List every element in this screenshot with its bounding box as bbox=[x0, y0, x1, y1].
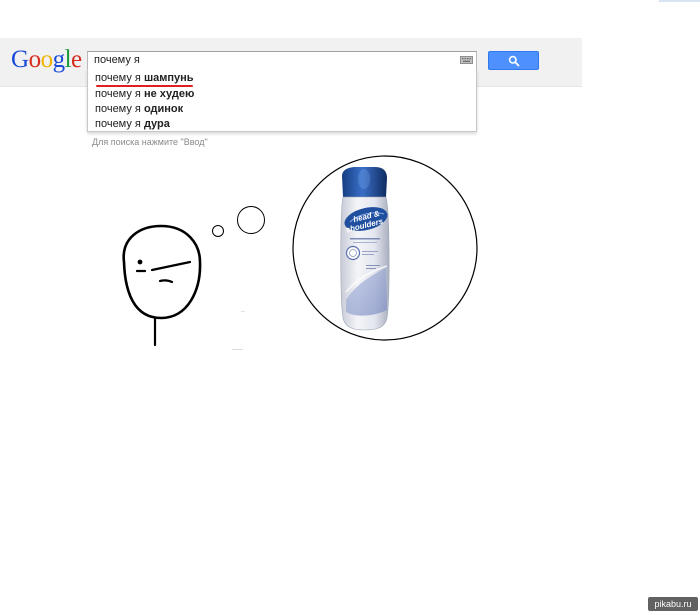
thought-bubble-medium bbox=[237, 206, 265, 234]
face-outline bbox=[122, 224, 202, 320]
artifact-dot bbox=[241, 311, 245, 312]
meme-drawing: head & shoulders bbox=[122, 155, 478, 350]
poker-face bbox=[122, 224, 202, 347]
thought-bubble-small bbox=[212, 225, 224, 237]
bottle-emblem bbox=[345, 245, 361, 261]
face-mouth bbox=[158, 279, 174, 284]
shampoo-bottle: head & shoulders bbox=[340, 167, 390, 331]
pikabu-watermark: pikabu.ru bbox=[648, 597, 698, 611]
artifact-dash bbox=[232, 349, 243, 350]
face-right-eye bbox=[150, 260, 192, 272]
face-left-eye-dot bbox=[137, 259, 143, 265]
